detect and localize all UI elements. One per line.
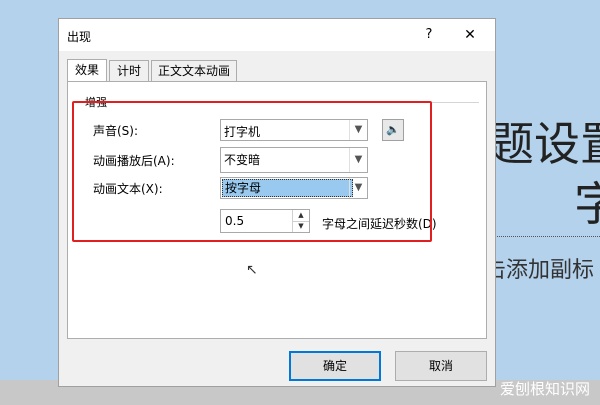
dialog-title: 出现 (67, 30, 92, 44)
tab-panel-effect: 增强 声音(S): 打字机 ▼ 🔈 动画播放后(A): 不变暗 ▼ 动画文本(X… (67, 81, 487, 339)
help-button[interactable]: ? (419, 25, 439, 45)
close-button[interactable]: ✕ (459, 25, 481, 45)
speaker-button[interactable]: 🔈 (382, 119, 404, 141)
sound-dropdown[interactable]: 打字机 ▼ (220, 119, 368, 141)
chevron-down-icon[interactable]: ▼ (349, 120, 367, 140)
mouse-cursor-icon: ↖ (246, 262, 258, 278)
animate-text-label: 动画文本(X): (93, 182, 163, 196)
delay-spinner[interactable]: 0.5 ▲ ▼ (220, 209, 310, 233)
after-animation-dropdown[interactable]: 不变暗 ▼ (220, 147, 368, 173)
placeholder-border (486, 236, 600, 237)
effect-options-dialog: 出现 ? ✕ 效果 计时 正文文本动画 增强 声音(S): 打字机 ▼ 🔈 动画… (58, 18, 496, 387)
speaker-icon: 🔈 (386, 123, 400, 136)
slide-subtitle-text: 击添加副标 (484, 258, 595, 283)
chevron-down-icon[interactable]: ▼ (349, 178, 367, 198)
watermark: 爱刨根知识网 (499, 380, 590, 398)
slide-title-text: 题设置 (488, 117, 600, 171)
animate-text-dropdown[interactable]: 按字母 ▼ (220, 177, 368, 199)
delay-label: 字母之间延迟秒数(D) (322, 217, 437, 231)
after-animation-value: 不变暗 (224, 153, 261, 167)
cancel-button[interactable]: 取消 (395, 351, 487, 381)
group-label-enhancements: 增强 (83, 94, 109, 110)
sound-label: 声音(S): (93, 124, 139, 138)
slide-title-text-2: 字 (574, 177, 600, 231)
spin-down-icon[interactable]: ▼ (292, 221, 309, 232)
tab-text-animation[interactable]: 正文文本动画 (151, 60, 237, 81)
animate-text-value: 按字母 (222, 179, 353, 197)
tab-effect[interactable]: 效果 (67, 59, 107, 82)
chevron-down-icon[interactable]: ▼ (349, 148, 367, 172)
sound-value: 打字机 (224, 125, 261, 139)
group-divider (83, 102, 479, 103)
after-animation-label: 动画播放后(A): (93, 154, 175, 168)
delay-value[interactable]: 0.5 (225, 214, 244, 228)
ok-button[interactable]: 确定 (289, 351, 381, 381)
tab-timing[interactable]: 计时 (109, 60, 149, 81)
dialog-titlebar: 出现 ? ✕ (59, 19, 495, 51)
